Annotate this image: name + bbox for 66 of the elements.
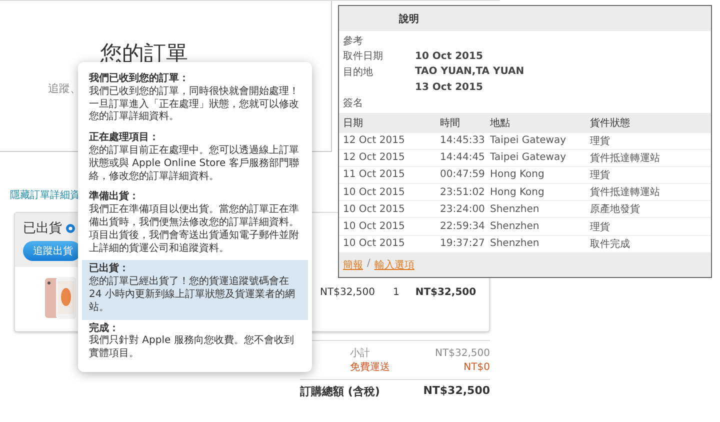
table-cell-text: 11 Oct 2015 — [343, 169, 406, 180]
status-description: 您的訂單目前正在處理中。您可以透過線上訂單狀態或與 Apple Online Store 客戶服務部門聯絡，修改您的訂單詳細資料。 — [89, 144, 300, 184]
grand-total-label: 訂購總額 (含稅) — [300, 384, 380, 399]
detail-label: 簽名 — [343, 98, 363, 109]
detail-label: 目的地 — [343, 66, 373, 78]
table-cell-text: 取件完成 — [590, 238, 631, 251]
table-cell-text: Shenzhen — [490, 238, 540, 250]
detail-value: TAO YUAN,TA YUAN — [415, 66, 524, 78]
table-cell-text: Shenzhen — [490, 204, 540, 215]
detail-label: 取件日期 — [343, 51, 383, 62]
table-cell-text: 理貨 — [590, 220, 611, 234]
table-cell-text: 10 Oct 2015 — [343, 238, 406, 250]
footer-link[interactable]: 簡報 — [343, 258, 363, 272]
page-subtitle: 追蹤、 — [48, 81, 81, 96]
table-cell-text: 14:44:45 — [440, 152, 486, 164]
track-shipment-button[interactable]: 追蹤出貨 — [23, 241, 81, 261]
summary-label: 小計 — [350, 347, 370, 361]
column-header: 地點 — [490, 116, 511, 130]
status-title: 準備出貨： — [89, 191, 140, 204]
status-title: 完成： — [89, 322, 120, 334]
table-cell-text: 貨件抵達轉運站 — [590, 186, 661, 200]
column-header: 貨件狀態 — [590, 116, 631, 130]
table-cell-text: Shenzhen — [490, 221, 540, 232]
detail-value: 10 Oct 2015 — [415, 50, 483, 62]
detail-label: 參考 — [343, 36, 363, 47]
summary-label: 免費運送 — [350, 361, 390, 375]
table-cell-text: 14:45:33 — [440, 135, 486, 146]
status-title: 我們已收到您的訂單： — [89, 73, 190, 86]
status-description: 您的訂單已經出貨了！您的貨運追蹤號碼會在 24 小時內更新到線上訂單狀態及貨運業者的網站。 — [89, 276, 296, 315]
summary-value: NT$32,500 — [435, 347, 490, 361]
table-cell-text: 10 Oct 2015 — [343, 221, 406, 232]
summary-value: NT$0 — [464, 361, 490, 375]
table-cell-text: Taipei Gateway — [490, 135, 567, 146]
table-cell-text: 22:59:34 — [440, 221, 486, 232]
shipment-status: 已出貨 — [23, 220, 62, 237]
table-cell-text: 19:37:27 — [440, 238, 486, 250]
column-header: 日期 — [343, 116, 364, 130]
status-description: 我們只針對 Apple 服務向您收費。您不會收到實體項目。 — [89, 335, 295, 361]
status-title: 已出貨： — [89, 263, 130, 276]
table-cell-text: 00:47:59 — [440, 169, 486, 180]
item-quantity: 1 — [392, 287, 400, 298]
table-cell-text: 23:51:02 — [440, 186, 486, 198]
table-cell-text: 12 Oct 2015 — [343, 135, 406, 146]
column-header: 時間 — [440, 116, 461, 130]
table-cell-text: 理貨 — [590, 134, 611, 148]
status-description: 我們正在準備項目以便出貨。當您的訂單正在準備出貨時，我們便無法修改您的訂單詳細資料。項目出貨後，我們會寄送出貨通知電子郵件並附上詳細的貨運公司和追蹤資料。 — [89, 204, 300, 256]
item-price: NT$32,500 — [320, 287, 375, 298]
table-cell-text: Taipei Gateway — [490, 152, 567, 164]
table-cell-text: 原產地發貨 — [590, 202, 641, 216]
table-cell-text: 12 Oct 2015 — [343, 152, 406, 164]
separator: / — [367, 258, 370, 271]
status-description: 我們已收到您的訂單，同時很快就會開始處理！一旦訂單進入「正在處理」狀態，您就可以修改您的訂單詳細資料。 — [89, 86, 300, 124]
table-cell-text: 貨件抵達轉運站 — [590, 152, 661, 165]
detail-value: 13 Oct 2015 — [415, 82, 483, 93]
status-title: 正在處理項目： — [89, 132, 160, 144]
table-cell-text: 23:24:00 — [440, 204, 486, 215]
table-cell-text: 理貨 — [590, 168, 611, 182]
footer-link[interactable]: 輸入選項 — [374, 258, 414, 272]
grand-total-value: NT$32,500 — [423, 384, 490, 399]
info-icon[interactable] — [66, 224, 75, 232]
panel-title: 說明 — [399, 14, 419, 25]
table-cell-text: 10 Oct 2015 — [343, 186, 406, 198]
table-cell-text: 10 Oct 2015 — [343, 204, 406, 215]
item-total: NT$32,500 — [415, 287, 476, 298]
table-cell-text: Hong Kong — [490, 186, 546, 198]
table-cell-text: Hong Kong — [490, 169, 546, 180]
